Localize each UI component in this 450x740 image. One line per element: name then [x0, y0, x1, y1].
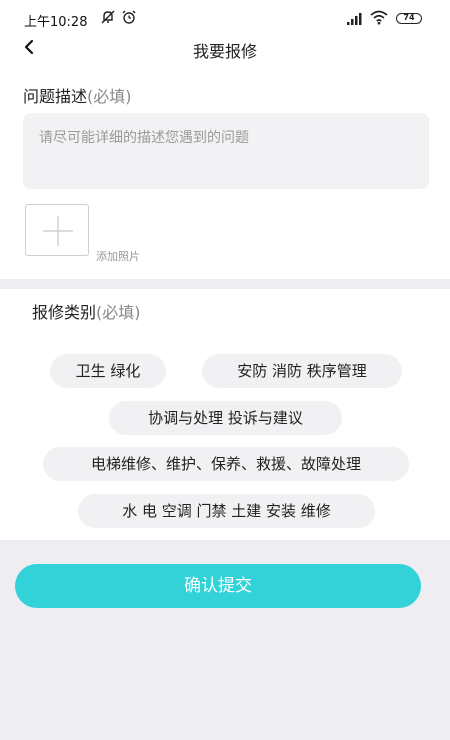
add-photo-caption: 添加照片: [96, 250, 140, 263]
battery-icon: 74: [396, 13, 422, 24]
signal-icon: [346, 11, 364, 30]
category-label: 报修类别(必填): [32, 299, 141, 323]
plus-icon: [41, 214, 75, 252]
category-chip-elevator[interactable]: 电梯维修、维护、保养、救援、故障处理: [43, 447, 409, 481]
description-required-hint: (必填): [87, 87, 132, 106]
category-label-text: 报修类别: [32, 303, 97, 322]
page-title: 我要报修: [192, 42, 257, 61]
category-chip-complaint[interactable]: 协调与处理 投诉与建议: [109, 401, 342, 435]
description-label-text: 问题描述: [23, 87, 88, 106]
category-chip-sanitation[interactable]: 卫生 绿化: [50, 354, 166, 388]
mute-icon: [100, 9, 116, 29]
category-chip-utilities[interactable]: 水 电 空调 门禁 土建 安装 维修: [78, 494, 375, 528]
alarm-icon: [121, 9, 137, 29]
wifi-icon: [370, 10, 388, 29]
status-bar: 上午10:28 74: [0, 0, 450, 36]
submit-button[interactable]: 确认提交: [15, 564, 421, 608]
description-label: 问题描述(必填): [23, 83, 132, 107]
category-chip-security[interactable]: 安防 消防 秩序管理: [202, 354, 402, 388]
add-photo-button[interactable]: [25, 204, 89, 256]
category-required-hint: (必填): [96, 303, 141, 322]
description-input[interactable]: [23, 113, 429, 189]
status-time: 上午10:28: [24, 15, 88, 30]
section-divider: [0, 279, 450, 289]
